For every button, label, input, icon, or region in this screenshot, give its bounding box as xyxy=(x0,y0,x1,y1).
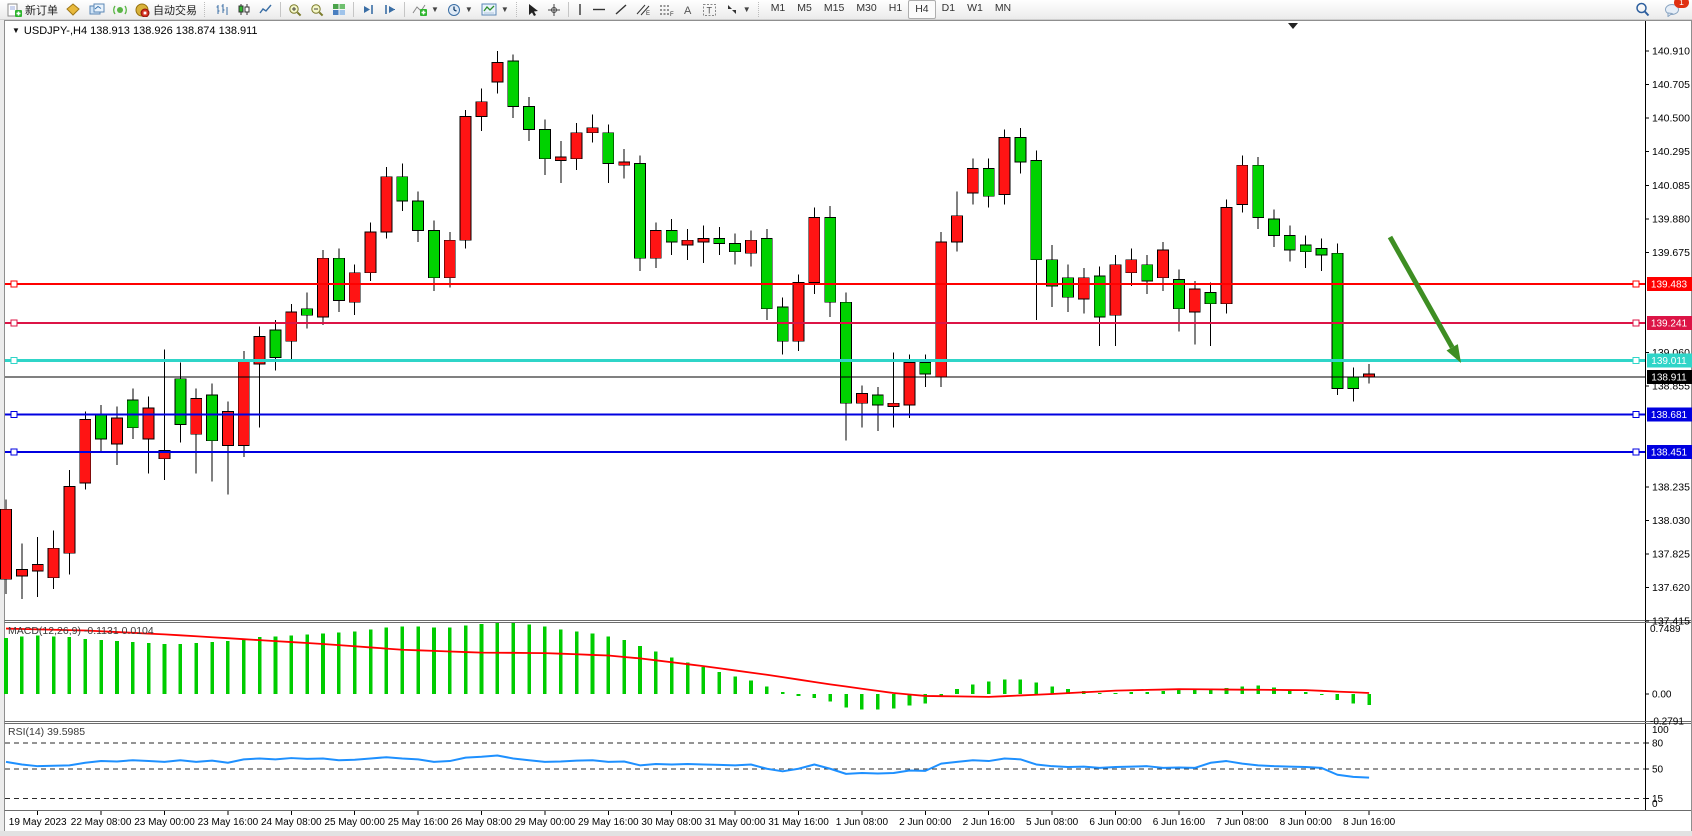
arrows-tool[interactable]: ▼ xyxy=(721,0,755,19)
signals-icon xyxy=(113,3,127,16)
chart-window-title: ▼ USDJPY-,H4 138.913 138.926 138.874 138.… xyxy=(12,25,258,37)
text-icon: A xyxy=(682,3,694,16)
autotrade-label: 自动交易 xyxy=(153,2,197,18)
label-icon: T xyxy=(702,3,717,17)
cursor-button[interactable] xyxy=(523,0,543,19)
rsi-indicator-label: RSI(14) 39.5985 xyxy=(8,726,85,738)
macd-indicator-label: MACD(12,26,9) -0.1131 0.0104 xyxy=(8,625,154,637)
vertical-line-tool[interactable] xyxy=(572,0,588,19)
channel-tool[interactable]: E xyxy=(632,0,655,19)
svg-text:E: E xyxy=(646,11,650,16)
timeframe-w1[interactable]: W1 xyxy=(961,0,989,17)
toolbar: 新订单 自动交易 ▼ ▼ ▼ E F A T ▼ M1M5M15M30H1H4D… xyxy=(0,0,1692,20)
timeframe-m30[interactable]: M30 xyxy=(850,0,882,17)
new-order-icon xyxy=(7,3,22,17)
rsi-pane-area[interactable] xyxy=(5,723,1645,810)
macd-pane-area[interactable] xyxy=(5,622,1645,721)
svg-text:F: F xyxy=(670,12,674,16)
profiles-button[interactable] xyxy=(85,0,109,19)
vertical-line-icon xyxy=(576,3,584,16)
timeframe-m15[interactable]: M15 xyxy=(818,0,850,17)
crosshair-icon xyxy=(547,3,561,17)
chart-dropdown-icon[interactable]: ▼ xyxy=(12,26,20,35)
tile-windows-button[interactable] xyxy=(328,0,350,19)
new-order-button[interactable]: 新订单 xyxy=(3,0,62,19)
time-axis[interactable] xyxy=(5,811,1645,831)
bar-chart-button[interactable] xyxy=(211,0,233,19)
chart-shift-button[interactable] xyxy=(379,0,401,19)
signals-button[interactable] xyxy=(109,0,131,19)
chart-wizard-button[interactable] xyxy=(62,0,85,19)
timeframe-m5[interactable]: M5 xyxy=(791,0,818,17)
fibonacci-tool[interactable]: F xyxy=(655,0,678,19)
chart-wizard-icon xyxy=(66,3,81,16)
zoom-in-icon xyxy=(288,3,302,17)
cursor-arrow-icon xyxy=(527,3,539,17)
periods-button[interactable]: ▼ xyxy=(443,0,477,19)
timeframe-h1[interactable]: H1 xyxy=(883,0,908,17)
auto-scroll-button[interactable] xyxy=(357,0,379,19)
timeframe-group: M1M5M15M30H1H4D1W1MN xyxy=(765,0,1017,19)
fibonacci-icon: F xyxy=(659,3,674,16)
auto-scroll-icon xyxy=(361,3,375,16)
new-order-label: 新订单 xyxy=(25,2,58,18)
chart-title-text: USDJPY-,H4 138.913 138.926 138.874 138.9… xyxy=(24,25,258,37)
crosshair-button[interactable] xyxy=(543,0,565,19)
periods-caret-icon: ▼ xyxy=(465,5,473,14)
line-chart-button[interactable] xyxy=(255,0,277,19)
text-tool[interactable]: A xyxy=(678,0,698,19)
main-chart-area[interactable] xyxy=(5,40,1645,620)
channel-icon: E xyxy=(636,3,651,16)
trendline-tool[interactable] xyxy=(610,0,632,19)
templates-caret-icon: ▼ xyxy=(501,5,509,14)
notification-badge: 1 xyxy=(1674,0,1689,8)
templates-icon xyxy=(481,3,497,16)
search-button[interactable] xyxy=(1631,0,1654,19)
label-tool[interactable]: T xyxy=(698,0,721,19)
chart-shift-icon xyxy=(383,3,397,16)
notifications-button[interactable]: 1 xyxy=(1660,0,1684,19)
templates-button[interactable]: ▼ xyxy=(477,0,513,19)
tile-windows-icon xyxy=(332,3,346,16)
arrows-icon xyxy=(725,3,739,16)
indicators-icon xyxy=(412,3,427,16)
clock-icon xyxy=(447,3,461,17)
search-icon xyxy=(1635,2,1650,17)
indicators-button[interactable]: ▼ xyxy=(408,0,443,19)
horizontal-line-icon xyxy=(592,3,606,16)
zoom-out-icon xyxy=(310,3,324,17)
svg-text:T: T xyxy=(706,5,712,15)
indicators-caret-icon: ▼ xyxy=(431,5,439,14)
timeframe-h4[interactable]: H4 xyxy=(908,0,935,19)
timeframe-m1[interactable]: M1 xyxy=(765,0,792,17)
timeframe-d1[interactable]: D1 xyxy=(936,0,961,17)
candlestick-chart-icon xyxy=(237,3,251,16)
bar-chart-icon xyxy=(215,3,229,16)
timeframe-mn[interactable]: MN xyxy=(989,0,1017,17)
candlestick-chart-button[interactable] xyxy=(233,0,255,19)
profiles-icon xyxy=(89,3,105,16)
line-chart-icon xyxy=(259,3,273,16)
autotrade-icon xyxy=(135,3,150,17)
arrows-caret-icon: ▼ xyxy=(743,5,751,14)
zoom-in-button[interactable] xyxy=(284,0,306,19)
trendline-icon xyxy=(614,3,628,16)
horizontal-line-tool[interactable] xyxy=(588,0,610,19)
svg-text:A: A xyxy=(684,5,692,16)
autotrade-button[interactable]: 自动交易 xyxy=(131,0,201,19)
price-axis[interactable] xyxy=(1646,21,1692,810)
zoom-out-button[interactable] xyxy=(306,0,328,19)
